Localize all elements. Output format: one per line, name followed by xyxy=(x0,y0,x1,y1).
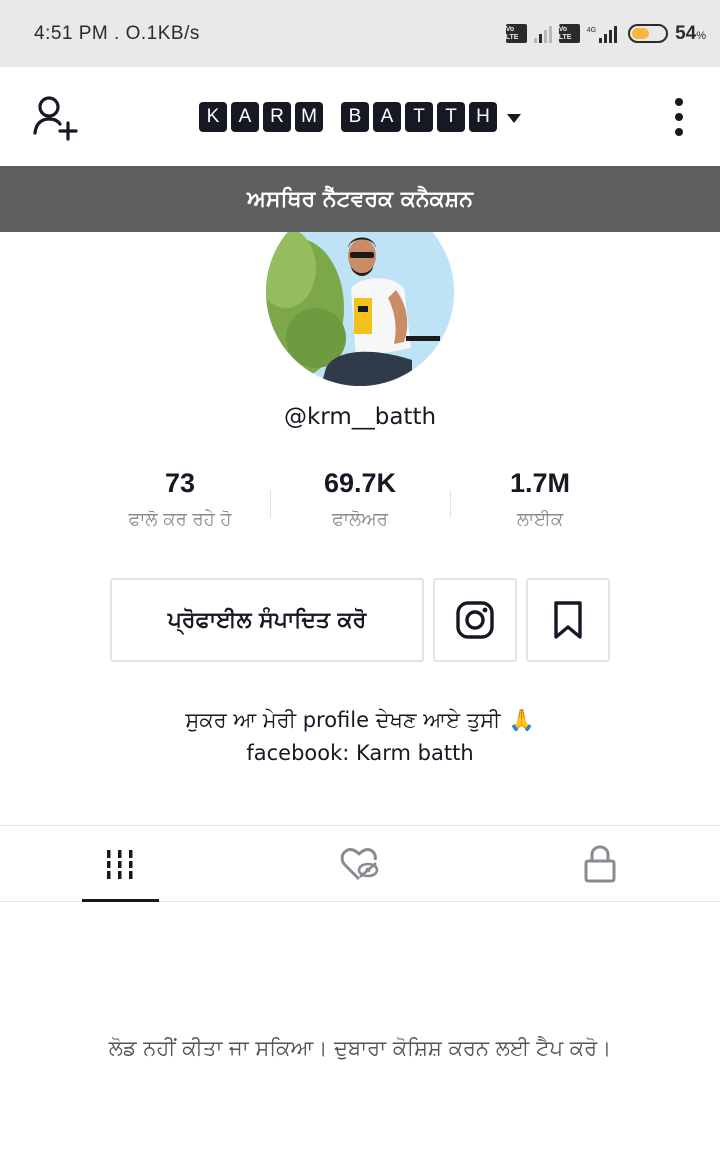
tab-liked[interactable] xyxy=(240,826,480,901)
volte-sim1-icon: Vo LTE xyxy=(505,24,527,43)
tab-private[interactable] xyxy=(480,826,720,901)
status-time-speed: 4:51 PM . O.1KB/s xyxy=(34,22,200,44)
grid-icon xyxy=(107,849,133,879)
profile-header: KARMBATTH xyxy=(0,67,720,166)
liked-hidden-icon xyxy=(340,847,379,880)
title-letter: K xyxy=(199,101,227,132)
profile-tabs xyxy=(0,825,720,902)
signal-sim2-icon xyxy=(599,25,618,43)
edit-profile-button[interactable]: ਪ੍ਰੋਫਾਈਲ ਸੰਪਾਦਿਤ ਕਰੋ xyxy=(110,578,424,662)
vertical-dots-icon xyxy=(675,98,683,136)
stat-following[interactable]: 73 ਫਾਲੋ ਕਰ ਰਹੇ ਹੋ xyxy=(90,468,270,544)
followers-label: ਫਾਲੋਅਰ xyxy=(332,509,388,530)
battery-icon xyxy=(628,24,669,43)
following-count: 73 xyxy=(164,468,196,498)
title-letter: T xyxy=(437,101,465,132)
title-letter: H xyxy=(469,101,497,132)
add-user-button[interactable] xyxy=(32,95,82,141)
profile-stats: 73 ਫਾਲੋ ਕਰ ਰਹੇ ਹੋ 69.7K ਫਾਲੋਅਰ 1.7M ਲਾਈਕ xyxy=(90,468,630,544)
network-type: 4G xyxy=(586,26,597,34)
person-add-icon xyxy=(33,96,78,141)
following-label: ਫਾਲੋ ਕਰ ਰਹੇ ਹੋ xyxy=(128,509,232,530)
profile-bio: ਸੁਕਰ ਆ ਮੇਰੀ profile ਦੇਖਣ ਆਏ ਤੁਸੀ 🙏 faceb… xyxy=(0,704,720,770)
title-letter-gap xyxy=(327,102,337,132)
followers-count: 69.7K xyxy=(323,468,397,498)
battery-percent-value: 54 xyxy=(675,22,697,44)
title-letter: A xyxy=(231,101,259,132)
more-options-button[interactable] xyxy=(670,97,688,137)
title-letter: M xyxy=(295,101,323,132)
likes-label: ਲਾਈਕ xyxy=(516,509,564,530)
stat-likes[interactable]: 1.7M ਲਾਈਕ xyxy=(450,468,630,544)
network-warning-banner: ਅਸਥਿਰ ਨੈੱਟਵਰਕ ਕਨੈਕਸ਼ਨ xyxy=(0,166,720,232)
status-bar: 4:51 PM . O.1KB/s Vo LTE Vo LTE 4G 54% xyxy=(0,0,720,67)
account-switcher[interactable]: KARMBATTH xyxy=(199,101,521,132)
title-letter: T xyxy=(405,101,433,132)
bio-line-2: facebook: Karm batth xyxy=(246,741,474,765)
chevron-down-icon xyxy=(507,113,521,123)
instagram-icon xyxy=(456,601,494,639)
stat-followers[interactable]: 69.7K ਫਾਲੋਅਰ xyxy=(270,468,450,544)
bookmark-icon xyxy=(554,601,582,639)
profile-actions: ਪ੍ਰੋਫਾਈਲ ਸੰਪਾਦਿਤ ਕਰੋ xyxy=(110,578,610,662)
username: @krm__batth xyxy=(283,404,437,430)
bookmark-button[interactable] xyxy=(526,578,610,662)
battery-percent-unit: % xyxy=(696,29,706,42)
load-error-message[interactable]: ਲੋਡ ਨਹੀਂ ਕੀਤਾ ਜਾ ਸਕਿਆ। ਦੁਬਾਰਾ ਕੋਸ਼ਿਸ਼ ਕਰ… xyxy=(0,1036,720,1061)
network-warning-text: ਅਸਥਿਰ ਨੈੱਟਵਰਕ ਕਨੈਕਸ਼ਨ xyxy=(247,186,473,212)
likes-count: 1.7M xyxy=(509,468,571,498)
title-letter: A xyxy=(373,101,401,132)
profile-title: KARMBATTH xyxy=(199,101,497,132)
signal-sim1-icon xyxy=(533,25,552,43)
title-letter: B xyxy=(341,101,369,132)
volte-sim2-icon: Vo LTE xyxy=(558,24,580,43)
status-icons: Vo LTE Vo LTE 4G 54% xyxy=(505,23,706,45)
pray-emoji-icon: 🙏 xyxy=(508,708,535,732)
bio-line-1: ਸੁਕਰ ਆ ਮੇਰੀ profile ਦੇਖਣ ਆਏ ਤੁਸੀ xyxy=(185,708,501,732)
edit-profile-label: ਪ੍ਰੋਫਾਈਲ ਸੰਪਾਦਿਤ ਕਰੋ xyxy=(167,607,367,633)
tab-videos[interactable] xyxy=(0,826,240,902)
lock-icon xyxy=(584,844,616,882)
battery-percent: 54% xyxy=(675,23,706,45)
title-letter: R xyxy=(263,101,291,132)
battery-fill xyxy=(632,28,650,39)
volte-sim2-label: Vo LTE xyxy=(558,25,572,41)
instagram-button[interactable] xyxy=(433,578,517,662)
volte-sim1-label: Vo LTE xyxy=(505,25,519,41)
